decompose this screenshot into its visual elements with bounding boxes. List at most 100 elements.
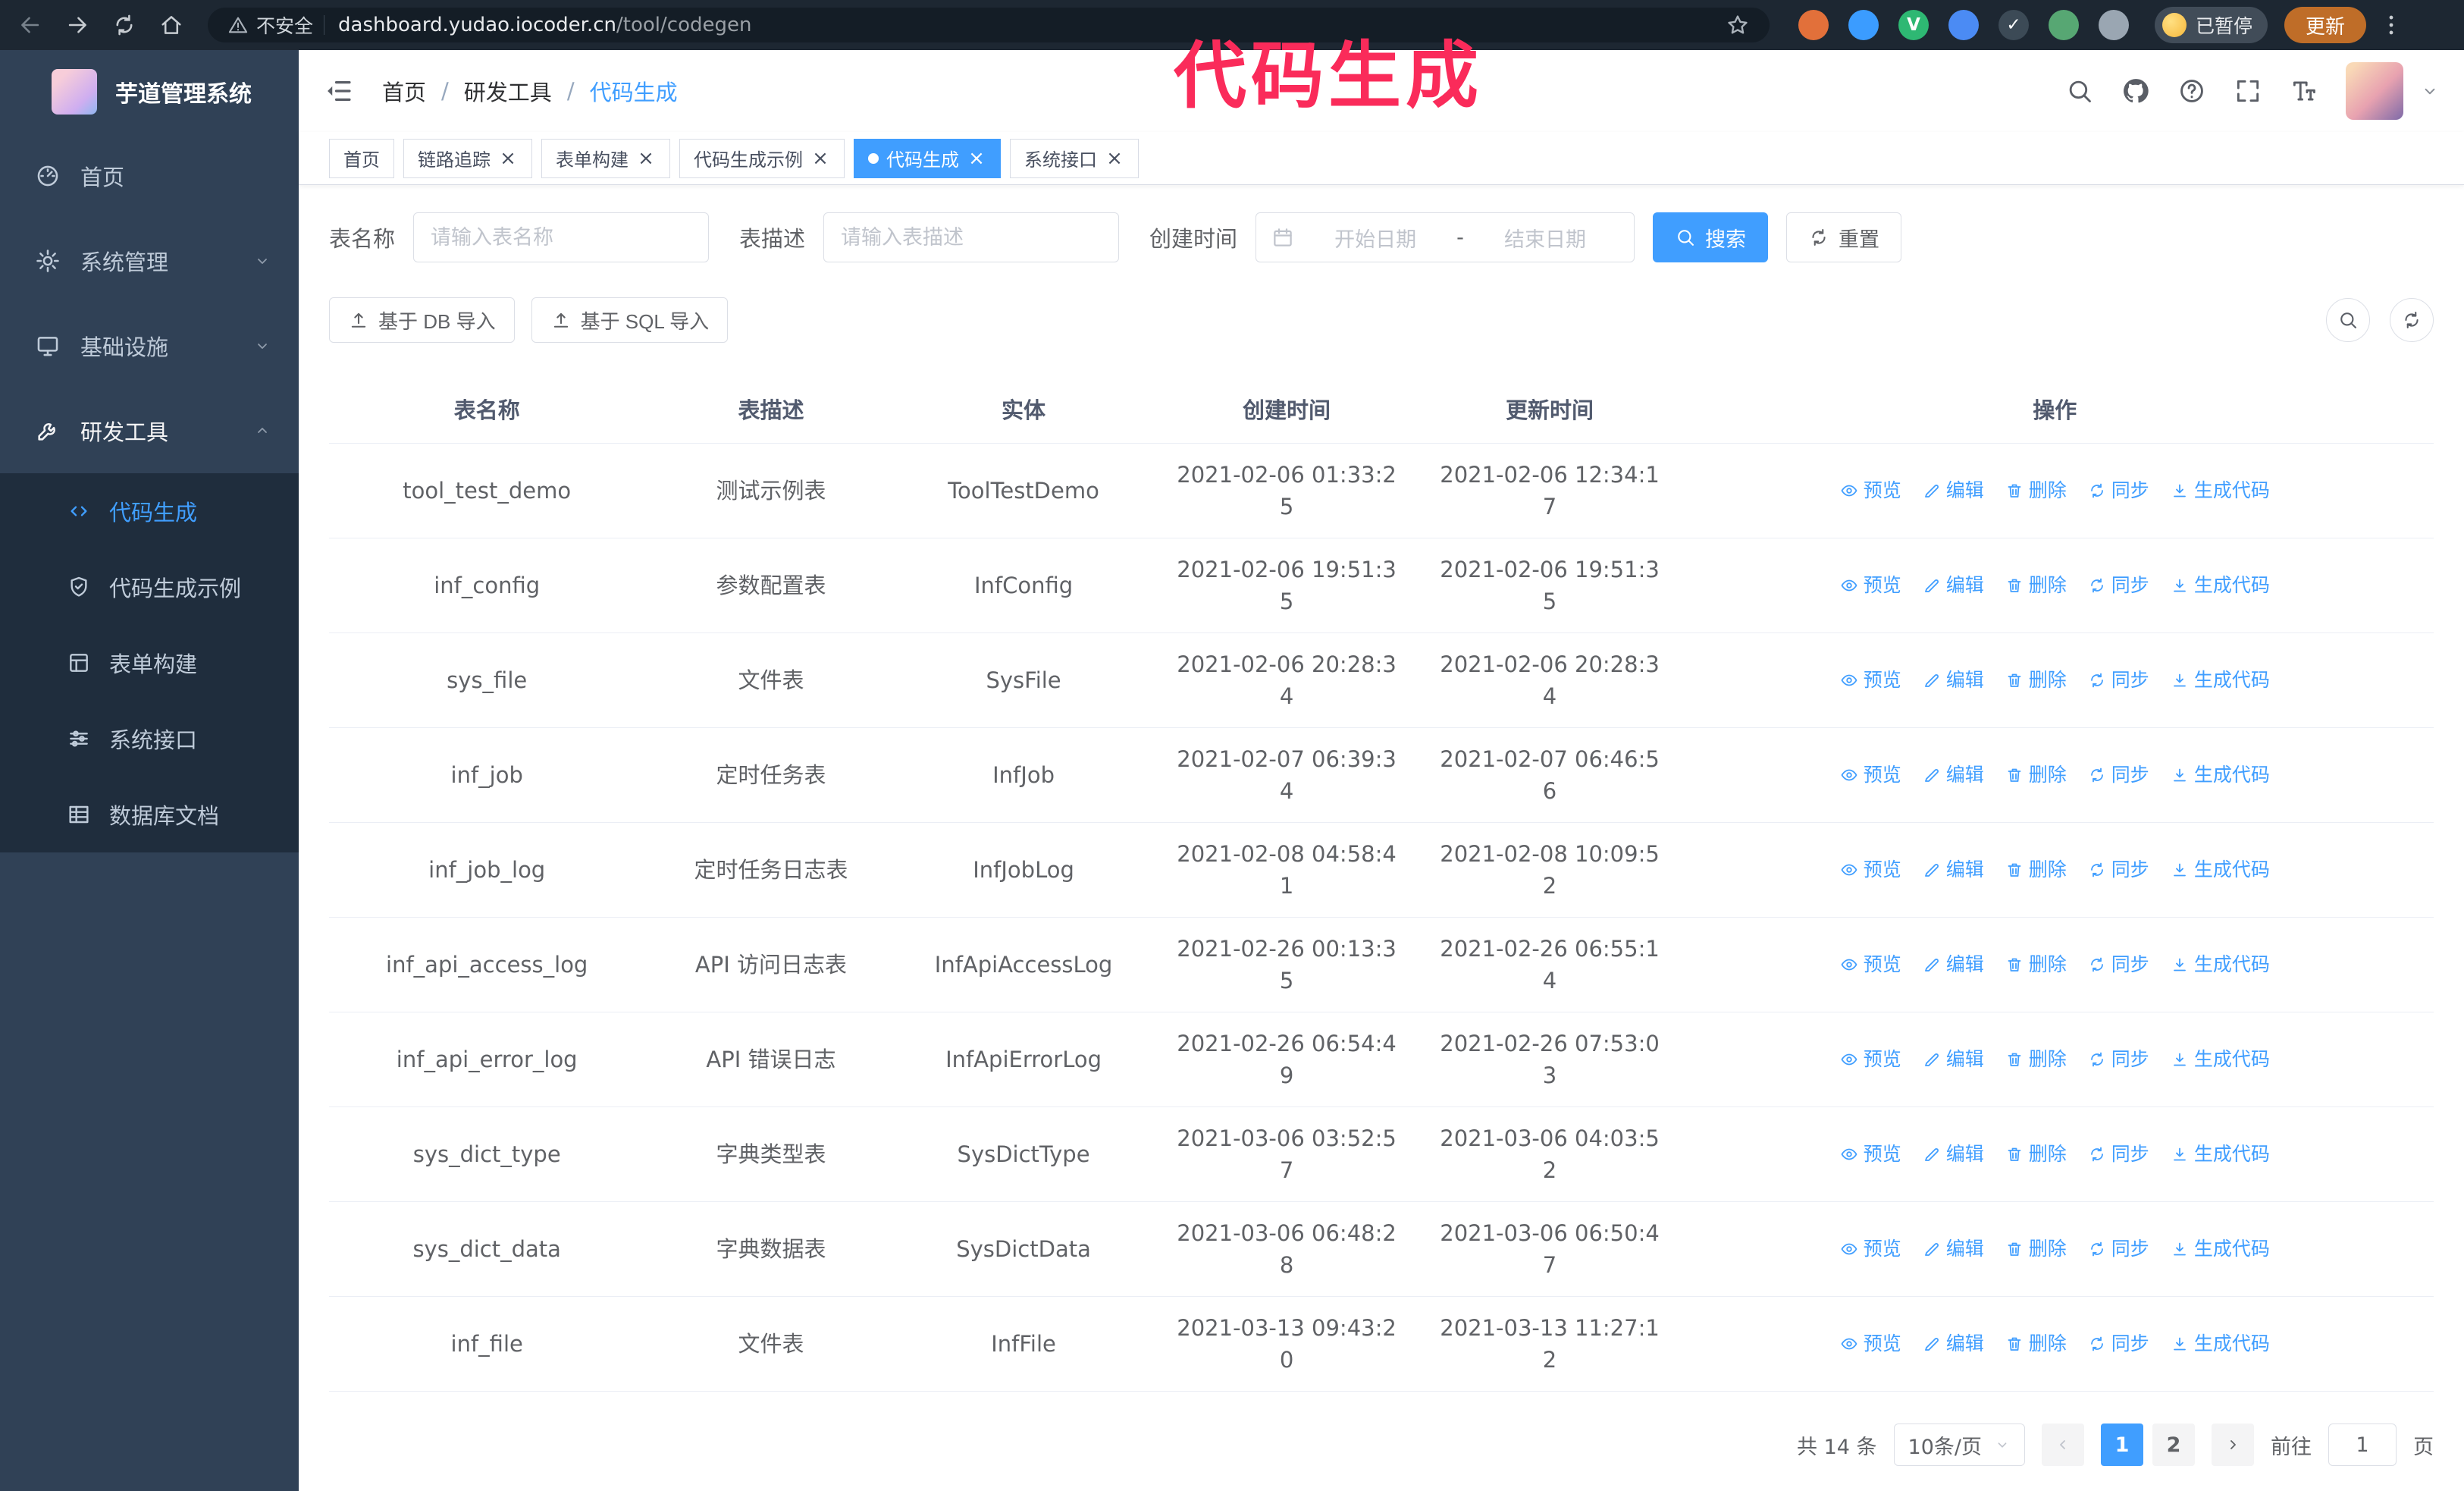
edit-link[interactable]: 编辑 [1923,1328,1984,1360]
reset-button[interactable]: 重置 [1786,212,1902,262]
delete-link[interactable]: 删除 [2005,1138,2067,1170]
user-avatar[interactable] [2346,62,2403,120]
sync-link[interactable]: 同步 [2088,759,2149,791]
generate-code-link[interactable]: 生成代码 [2171,949,2270,981]
url-text[interactable]: dashboard.yudao.iocoder.cn/tool/codegen [338,14,751,36]
edit-link[interactable]: 编辑 [1923,475,1984,507]
preview-link[interactable]: 预览 [1840,1138,1901,1170]
font-size-icon[interactable] [2290,77,2318,105]
browser-forward-icon[interactable] [61,8,94,42]
sync-link[interactable]: 同步 [2088,949,2149,981]
preview-link[interactable]: 预览 [1840,1233,1901,1265]
profile-paused-chip[interactable]: 已暂停 [2155,7,2268,43]
extension-puzzle-icon[interactable] [2099,10,2129,40]
sidebar-item-基础设施[interactable]: 基础设施 [0,303,299,388]
edit-link[interactable]: 编辑 [1923,1044,1984,1075]
delete-link[interactable]: 删除 [2005,1328,2067,1360]
delete-link[interactable]: 删除 [2005,949,2067,981]
next-page-button[interactable] [2212,1424,2254,1466]
page-button-2[interactable]: 2 [2152,1424,2195,1466]
generate-code-link[interactable]: 生成代码 [2171,570,2270,601]
edit-link[interactable]: 编辑 [1923,949,1984,981]
close-icon[interactable]: × [967,149,986,168]
edit-link[interactable]: 编辑 [1923,854,1984,886]
generate-code-link[interactable]: 生成代码 [2171,854,2270,886]
app-logo[interactable]: 芋道管理系统 [0,50,299,133]
extension-check-icon[interactable]: ✓ [1998,10,2029,40]
sync-link[interactable]: 同步 [2088,475,2149,507]
table-desc-input[interactable] [823,212,1120,262]
address-bar[interactable]: 不安全 dashboard.yudao.iocoder.cn/tool/code… [208,8,1770,42]
generate-code-link[interactable]: 生成代码 [2171,1233,2270,1265]
browser-update-button[interactable]: 更新 [2284,7,2367,43]
date-range-picker[interactable]: 开始日期 - 结束日期 [1256,212,1635,262]
generate-code-link[interactable]: 生成代码 [2171,664,2270,696]
submenu-item-代码生成[interactable]: 代码生成 [0,473,299,549]
extension-people-icon[interactable] [1948,10,1979,40]
chevron-down-icon[interactable] [2420,81,2440,101]
extension-blue-drop-icon[interactable] [1848,10,1879,40]
tab-首页[interactable]: 首页 [329,138,394,178]
submenu-item-表单构建[interactable]: 表单构建 [0,625,299,701]
browser-menu-kebab-icon[interactable] [2378,12,2404,38]
fullscreen-icon[interactable] [2234,77,2262,105]
generate-code-link[interactable]: 生成代码 [2171,1044,2270,1075]
edit-link[interactable]: 编辑 [1923,1138,1984,1170]
delete-link[interactable]: 删除 [2005,1233,2067,1265]
submenu-item-系统接口[interactable]: 系统接口 [0,701,299,777]
preview-link[interactable]: 预览 [1840,949,1901,981]
preview-link[interactable]: 预览 [1840,570,1901,601]
page-size-select[interactable]: 10条/页 [1893,1424,2025,1466]
sync-link[interactable]: 同步 [2088,1328,2149,1360]
close-icon[interactable]: × [498,149,518,168]
security-label[interactable]: 不安全 [256,11,313,39]
refresh-table-button[interactable] [2390,298,2434,342]
submenu-item-数据库文档[interactable]: 数据库文档 [0,777,299,852]
delete-link[interactable]: 删除 [2005,1044,2067,1075]
toggle-search-button[interactable] [2326,298,2370,342]
preview-link[interactable]: 预览 [1840,475,1901,507]
sync-link[interactable]: 同步 [2088,854,2149,886]
edit-link[interactable]: 编辑 [1923,1233,1984,1265]
bookmark-star-icon[interactable] [1726,13,1750,37]
search-button[interactable]: 搜索 [1653,212,1769,262]
edit-link[interactable]: 编辑 [1923,664,1984,696]
generate-code-link[interactable]: 生成代码 [2171,759,2270,791]
browser-home-icon[interactable] [155,8,188,42]
help-icon[interactable] [2177,77,2206,105]
delete-link[interactable]: 删除 [2005,475,2067,507]
tab-系统接口[interactable]: 系统接口 × [1010,138,1139,178]
sidebar-item-首页[interactable]: 首页 [0,133,299,218]
tab-链路追踪[interactable]: 链路追踪 × [403,138,532,178]
sync-link[interactable]: 同步 [2088,570,2149,601]
browser-back-icon[interactable] [14,8,47,42]
sync-link[interactable]: 同步 [2088,664,2149,696]
generate-code-link[interactable]: 生成代码 [2171,475,2270,507]
edit-link[interactable]: 编辑 [1923,759,1984,791]
extension-green-v-icon[interactable]: V [1898,10,1929,40]
sidebar-item-研发工具[interactable]: 研发工具 [0,388,299,473]
edit-link[interactable]: 编辑 [1923,570,1984,601]
import-sql-button[interactable]: 基于 SQL 导入 [531,297,729,343]
tab-表单构建[interactable]: 表单构建 × [541,138,670,178]
close-icon[interactable]: × [636,149,656,168]
delete-link[interactable]: 删除 [2005,759,2067,791]
hamburger-fold-icon[interactable] [323,75,355,107]
browser-reload-icon[interactable] [108,8,141,42]
delete-link[interactable]: 删除 [2005,570,2067,601]
github-icon[interactable] [2121,77,2150,105]
preview-link[interactable]: 预览 [1840,1328,1901,1360]
generate-code-link[interactable]: 生成代码 [2171,1138,2270,1170]
import-db-button[interactable]: 基于 DB 导入 [329,297,515,343]
tab-代码生成示例[interactable]: 代码生成示例 × [679,138,845,178]
generate-code-link[interactable]: 生成代码 [2171,1328,2270,1360]
breadcrumb-home[interactable]: 首页 [382,75,426,107]
page-button-1[interactable]: 1 [2101,1424,2143,1466]
preview-link[interactable]: 预览 [1840,854,1901,886]
extension-orange-icon[interactable] [1798,10,1829,40]
goto-page-input[interactable] [2328,1424,2397,1466]
extension-leaf-icon[interactable] [2049,10,2079,40]
tab-代码生成[interactable]: 代码生成 × [854,138,1001,178]
sidebar-item-系统管理[interactable]: 系统管理 [0,218,299,303]
sync-link[interactable]: 同步 [2088,1044,2149,1075]
